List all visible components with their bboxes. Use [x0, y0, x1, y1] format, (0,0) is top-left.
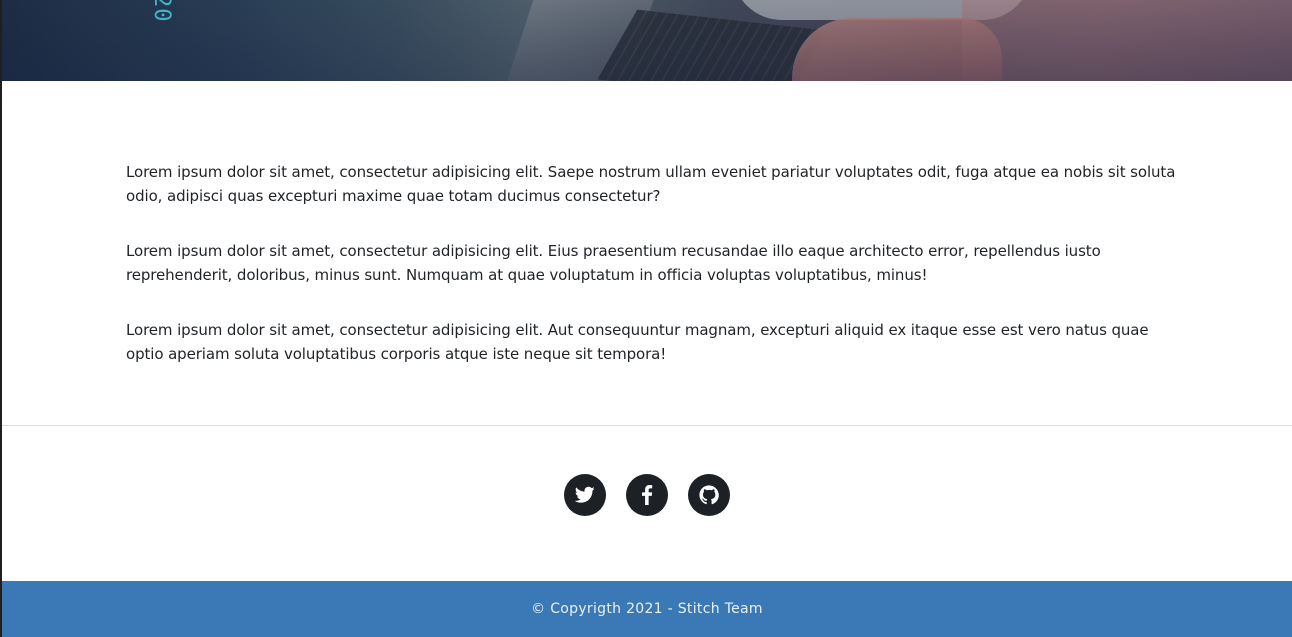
- github-link[interactable]: [688, 474, 730, 516]
- page: 20 Lorem ipsum dolor sit amet, consectet…: [0, 0, 1292, 637]
- hero-digits: 20: [149, 0, 174, 23]
- section-divider: [2, 425, 1292, 426]
- facebook-icon: [642, 485, 653, 505]
- hero-image: 20: [2, 0, 1292, 81]
- main-content: Lorem ipsum dolor sit amet, consectetur …: [126, 160, 1176, 397]
- hero-overlay: [2, 0, 1292, 81]
- twitter-link[interactable]: [564, 474, 606, 516]
- paragraph-1: Lorem ipsum dolor sit amet, consectetur …: [126, 163, 1176, 205]
- facebook-link[interactable]: [626, 474, 668, 516]
- paragraph-3: Lorem ipsum dolor sit amet, consectetur …: [126, 321, 1149, 363]
- paragraph-2: Lorem ipsum dolor sit amet, consectetur …: [126, 242, 1101, 284]
- social-links: [2, 474, 1292, 516]
- github-icon: [699, 485, 719, 505]
- copyright-text: © Copyrigth 2021 - Stitch Team: [531, 601, 763, 617]
- twitter-icon: [575, 486, 595, 503]
- footer: © Copyrigth 2021 - Stitch Team: [2, 581, 1292, 637]
